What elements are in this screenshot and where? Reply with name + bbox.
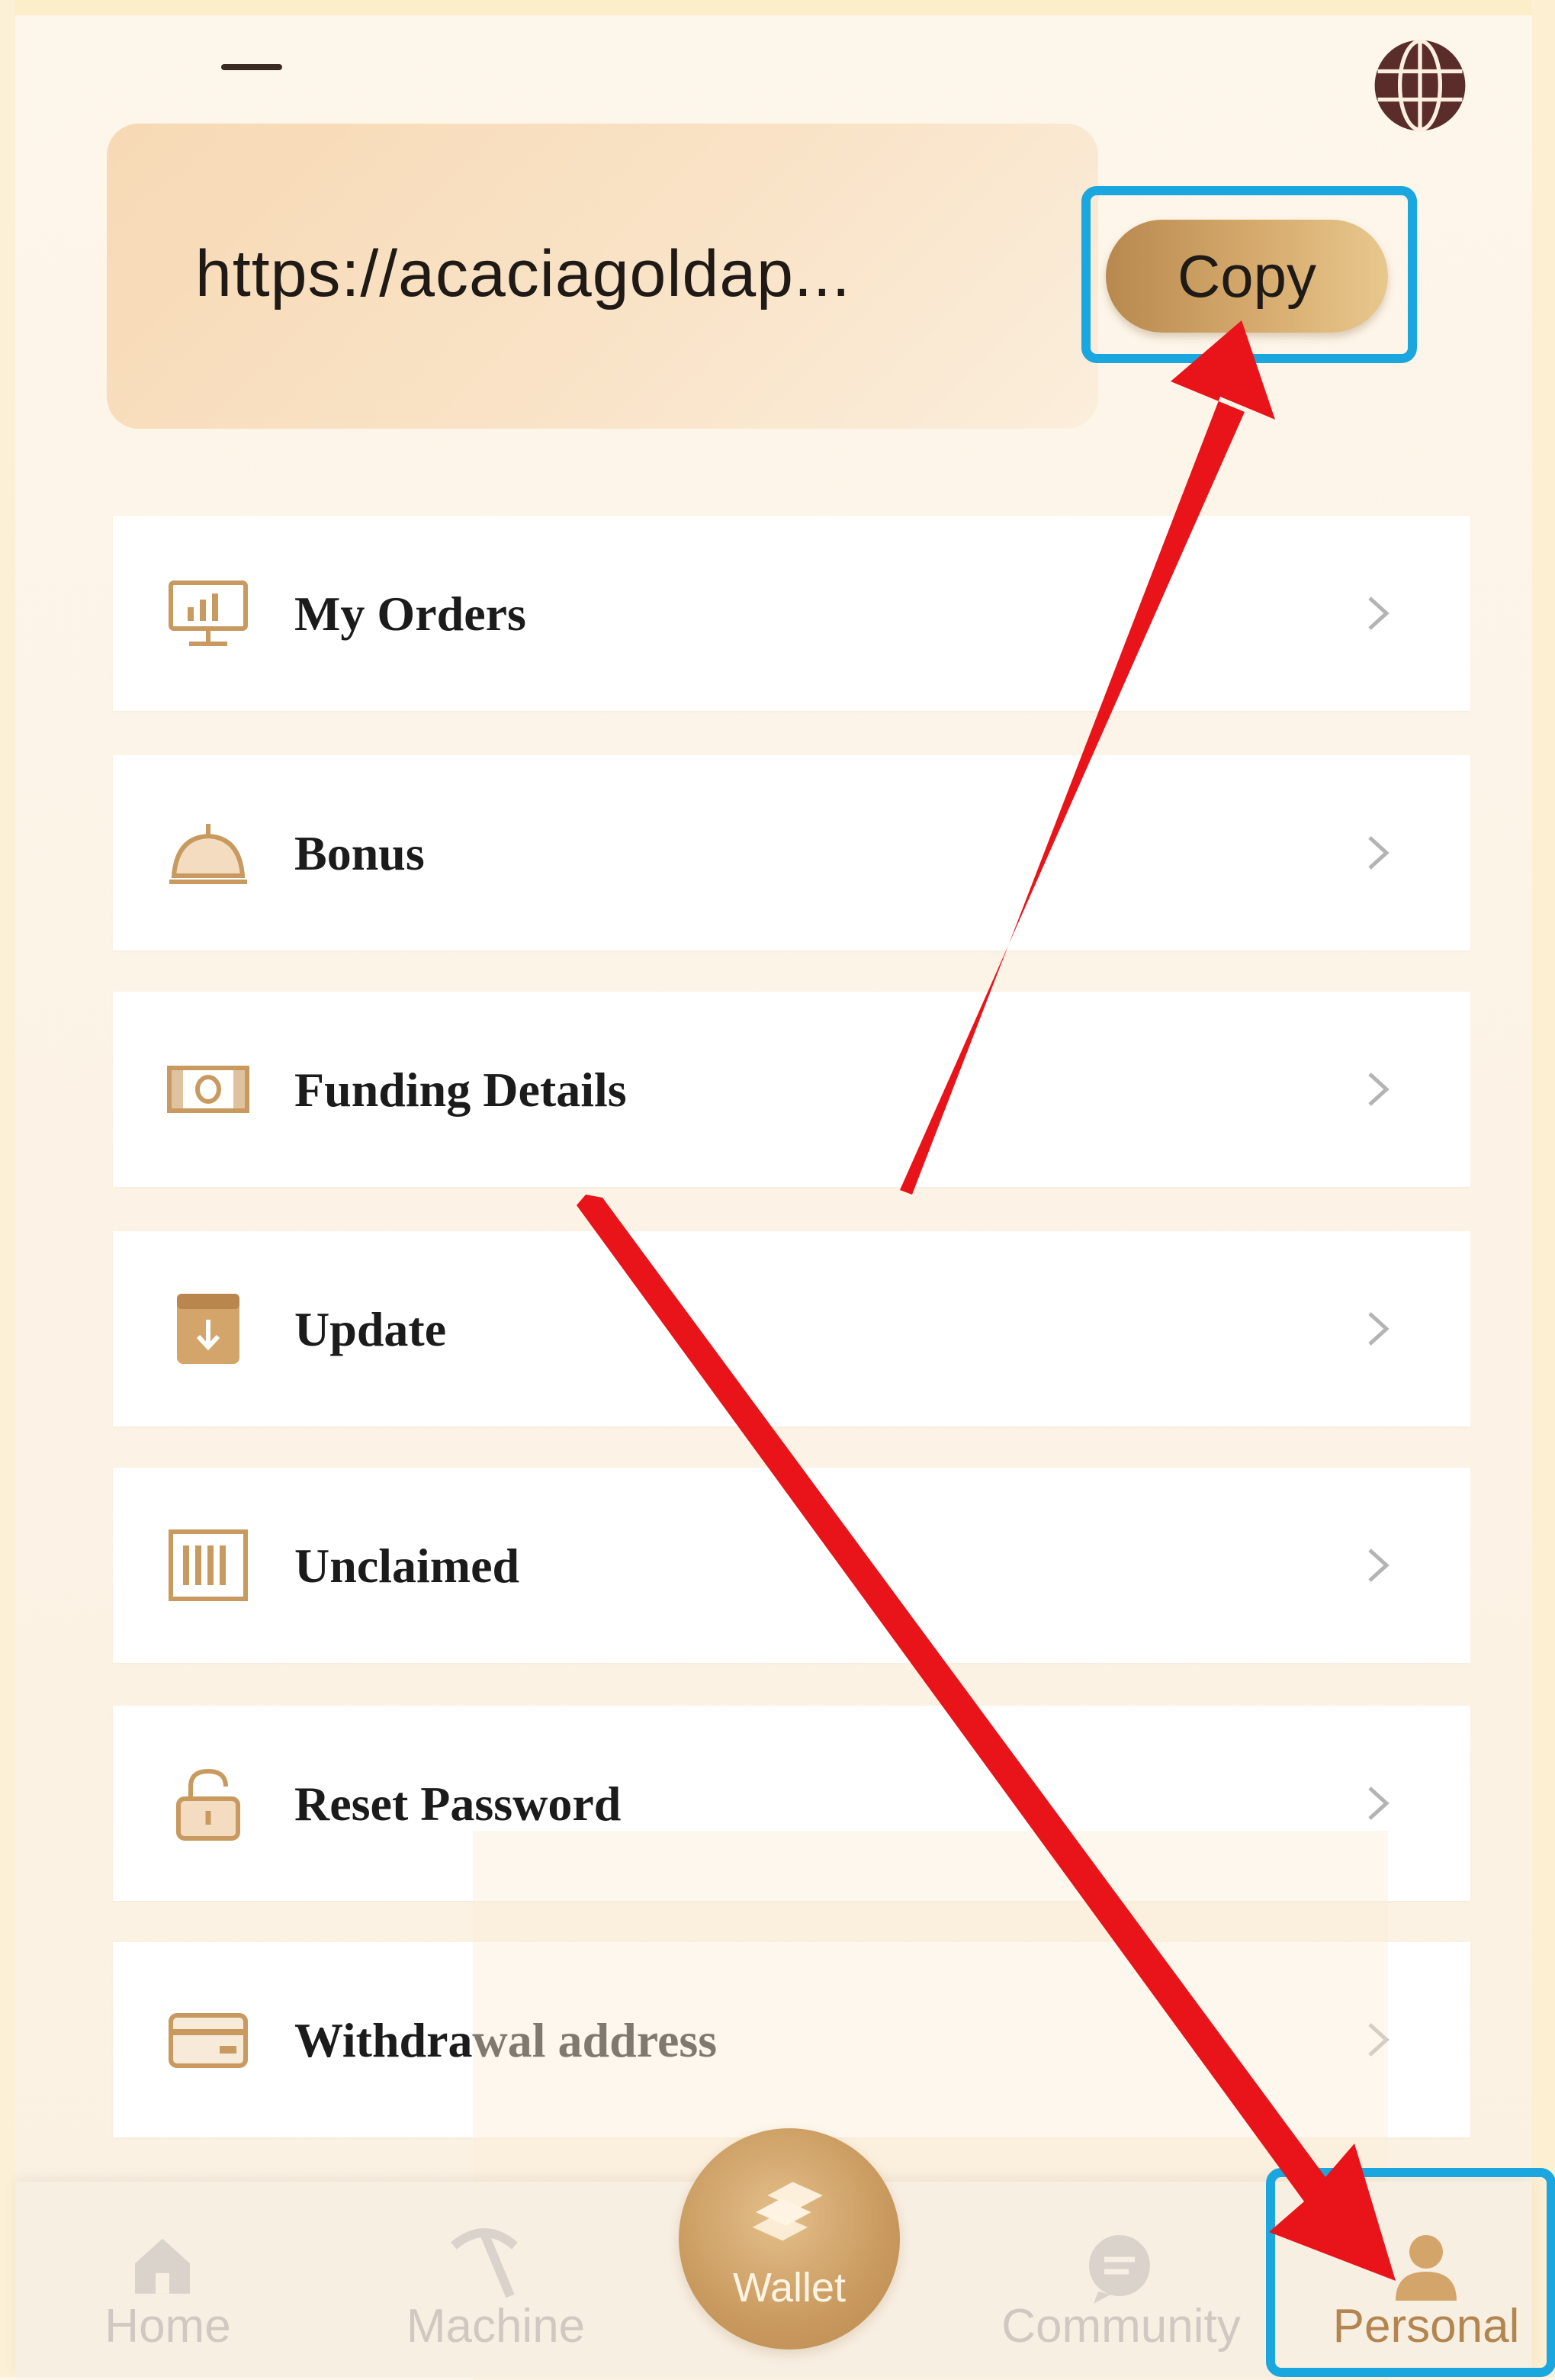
menu-item-label: Unclaimed — [294, 1539, 520, 1593]
referral-url: https://acaciagoldap... — [195, 237, 851, 310]
menu-item-label: Reset Password — [294, 1777, 622, 1831]
tab-machine[interactable]: Machine — [374, 2299, 618, 2353]
frame-right — [1532, 0, 1555, 2377]
lock-icon — [176, 1768, 240, 1841]
chevron-right-icon — [1368, 1549, 1390, 1582]
chevron-right-icon — [1368, 1787, 1390, 1820]
menu-item-bonus[interactable]: Bonus — [113, 755, 1470, 950]
globe-icon[interactable] — [1370, 35, 1470, 136]
chevron-right-icon — [1368, 597, 1390, 630]
menu-item-reset-password[interactable]: Reset Password — [113, 1706, 1470, 1901]
menu-icon[interactable] — [221, 64, 282, 70]
download-icon — [177, 1294, 239, 1364]
tab-community[interactable]: Community — [969, 2299, 1274, 2353]
chevron-right-icon — [1368, 1073, 1390, 1106]
gold-bars-icon — [752, 2182, 823, 2241]
menu-item-label: My Orders — [294, 587, 526, 641]
chevron-right-icon — [1368, 1312, 1390, 1346]
menu-item-label: Bonus — [294, 826, 425, 880]
bell-icon — [169, 824, 247, 884]
menu-item-my-orders[interactable]: My Orders — [113, 516, 1470, 711]
menu-item-label: Update — [294, 1302, 447, 1356]
card-icon — [169, 2013, 248, 2068]
menu-item-update[interactable]: Update — [113, 1231, 1470, 1426]
personal-highlight-box — [1266, 2168, 1555, 2377]
menu-item-label: Withdrawal address — [294, 2013, 718, 2067]
barcode-icon — [169, 1529, 248, 1601]
menu-item-unclaimed[interactable]: Unclaimed — [113, 1468, 1470, 1663]
chevron-right-icon — [1368, 2023, 1390, 2057]
top-band — [0, 0, 1555, 15]
pickaxe-icon — [451, 2228, 518, 2298]
chart-monitor-icon — [169, 581, 248, 646]
frame-left — [0, 0, 15, 2377]
money-icon — [167, 1066, 249, 1113]
chat-icon — [1089, 2235, 1150, 2304]
home-icon — [135, 2238, 190, 2294]
menu-item-funding-details[interactable]: Funding Details — [113, 992, 1470, 1187]
chevron-right-icon — [1368, 836, 1390, 870]
tab-home[interactable]: Home — [92, 2299, 244, 2353]
wallet-button[interactable] — [679, 2128, 900, 2349]
tab-wallet[interactable]: Wallet — [679, 2264, 900, 2311]
menu-item-withdrawal-address[interactable]: Withdrawal address — [113, 1942, 1470, 2137]
menu-item-label: Funding Details — [294, 1063, 627, 1117]
copy-highlight-box — [1081, 186, 1417, 363]
